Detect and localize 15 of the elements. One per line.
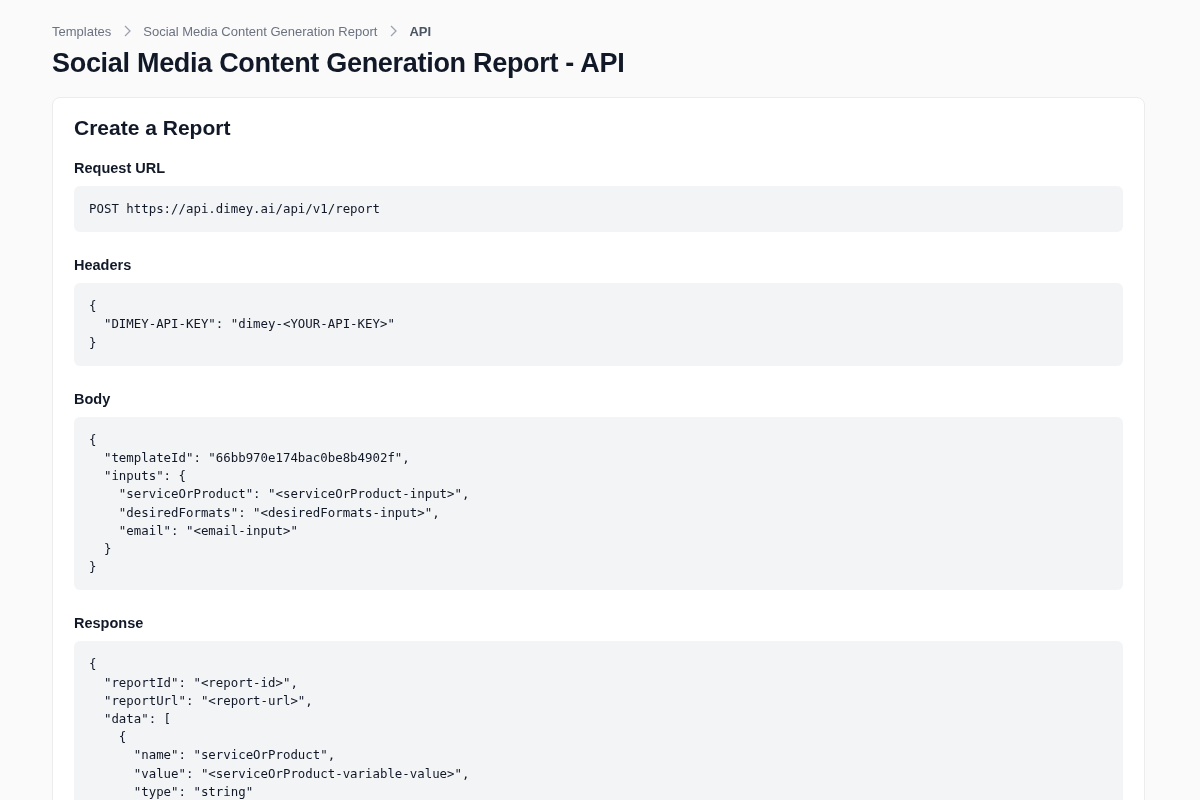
breadcrumb-link[interactable]: Social Media Content Generation Report [143, 23, 378, 39]
chevron-right-icon [123, 25, 132, 37]
chevron-right-icon [389, 25, 398, 37]
code-block: POST https://api.dimey.ai/api/v1/report [74, 186, 1123, 233]
page-title: Social Media Content Generation Report - API [52, 48, 626, 79]
section-label: Headers [74, 257, 133, 274]
code-block: { "reportId": "<report-id>", "reportUrl": "<report-url>", "data": [ { "name": "serviceOrProduct", "value": "<serviceOrProduct-variable-value>", "type": "string" [74, 641, 1123, 800]
section-label: Body [74, 390, 112, 407]
code-block: { "templateId": "66bb970e174bac0be8b4902f", "inputs": { "serviceOrProduct": "<serviceOrProduct-input>", "desiredFormats": "<desiredFormats-input>", "email": "<email-input>" } } [74, 416, 1123, 591]
section-label: Response [74, 615, 145, 632]
card-title: Create a Report [74, 116, 232, 140]
breadcrumb-link[interactable]: API [409, 23, 432, 39]
section-label: Request URL [74, 160, 167, 176]
code-block: { "DIMEY-API-KEY": "dimey-<YOUR-API-KEY>" } [74, 283, 1123, 366]
breadcrumb-link[interactable]: Templates [52, 23, 112, 39]
